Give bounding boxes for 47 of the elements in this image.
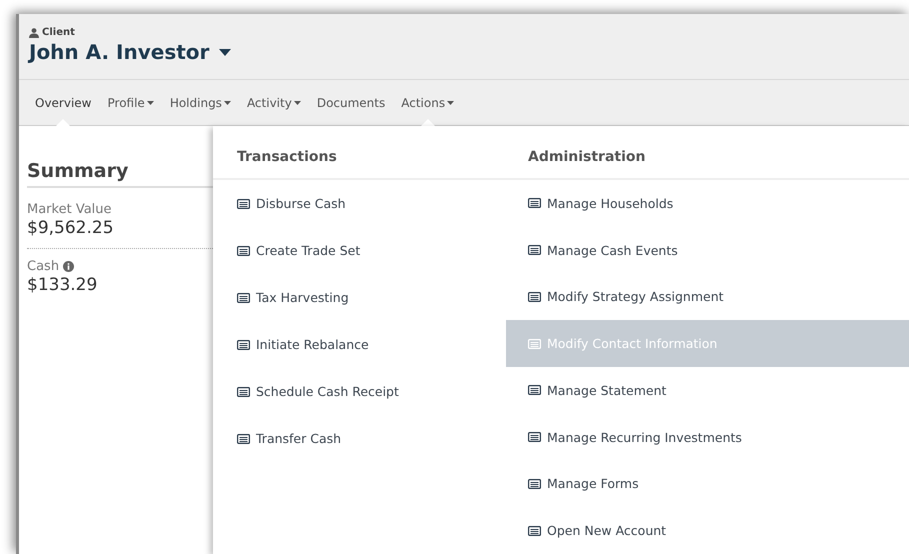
list-icon [237, 198, 250, 208]
client-name: John A. Investor [29, 40, 210, 64]
menu-item[interactable]: Manage Recurring Investments [506, 414, 909, 460]
menu-item[interactable]: Initiate Rebalance [213, 321, 506, 368]
list-icon [237, 340, 250, 350]
field-value: $133.29 [27, 275, 98, 295]
list-icon [528, 432, 541, 442]
nav-tab[interactable]: Activity [238, 80, 309, 125]
list-icon [528, 385, 541, 396]
menu-item[interactable]: Create Trade Set [213, 227, 506, 274]
list-icon [528, 526, 541, 536]
caret-down-icon [447, 100, 454, 104]
menu-item[interactable]: Manage Cash Events [506, 226, 909, 274]
list-icon [528, 292, 541, 302]
menu-heading: Administration [506, 126, 909, 180]
list-icon [528, 198, 541, 208]
client-label: Client [42, 27, 75, 38]
menu-item[interactable]: Transfer Cash [213, 415, 506, 462]
menu-item[interactable]: Modify Strategy Assignment [506, 273, 909, 320]
menu-item[interactable]: Manage Households [506, 180, 909, 227]
list-icon [237, 292, 250, 302]
list-icon [237, 386, 250, 396]
field-label: Cash [27, 259, 60, 274]
list-icon [237, 434, 250, 444]
menu-item[interactable]: Tax Harvesting [213, 274, 506, 321]
caret-down-icon [219, 48, 232, 56]
nav-tab[interactable]: Actions [393, 80, 462, 125]
menu-item[interactable]: Disburse Cash [213, 180, 506, 227]
list-icon [237, 246, 250, 256]
menu-heading: Transactions [213, 126, 506, 180]
field-value: $9,562.25 [27, 218, 115, 238]
list-icon [528, 245, 541, 255]
nav-tab[interactable]: Holdings [162, 80, 239, 125]
nav-tab[interactable]: Overview [27, 80, 100, 125]
nav-tab[interactable]: Documents [308, 80, 394, 125]
list-icon [528, 338, 541, 349]
field-label: Market Value [27, 202, 112, 217]
list-icon [528, 478, 541, 489]
person-icon [29, 28, 39, 38]
nav-tab[interactable]: Profile [100, 80, 162, 125]
menu-item[interactable]: Manage Forms [506, 460, 909, 508]
menu-item[interactable]: Manage Statement [506, 366, 909, 414]
menu-item[interactable]: Open New Account [506, 507, 909, 554]
caret-down-icon [146, 100, 154, 104]
menu-item[interactable]: Schedule Cash Receipt [213, 368, 506, 415]
caret-down-icon [294, 100, 301, 104]
caret-down-icon [224, 100, 231, 104]
